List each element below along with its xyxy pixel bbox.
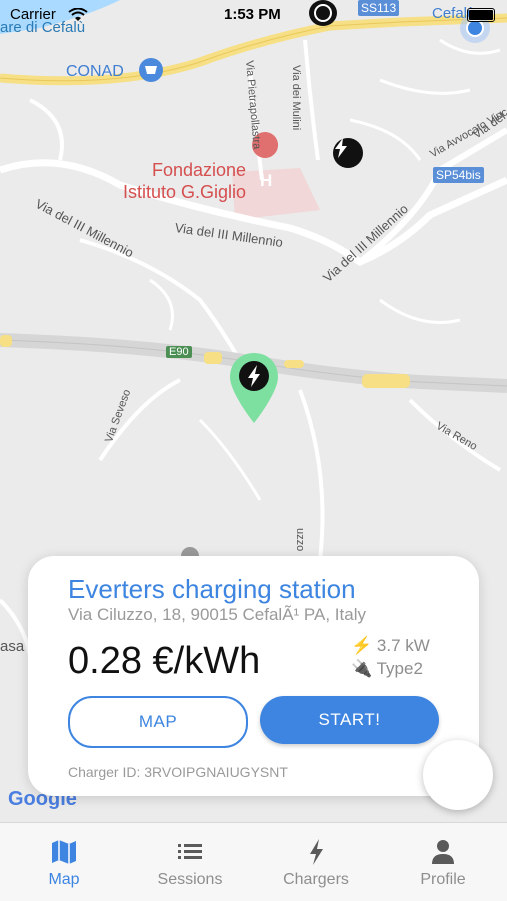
selected-station-pin[interactable] (228, 351, 280, 425)
connector-info: 🔌 Type2 (351, 659, 423, 679)
station-address: Via Ciluzzo, 18, 90015 CefalÃ¹ PA, Italy (68, 605, 366, 624)
map-label-casa: asa (0, 638, 25, 655)
tab-profile[interactable]: Profile (383, 823, 503, 901)
tab-label: Sessions (157, 871, 223, 888)
map-label-e90: E90 (166, 346, 192, 358)
tab-label: Map (48, 871, 80, 888)
map-label-istituto: Istituto G.Giglio (123, 182, 247, 202)
station-price: 0.28 €/kWh (68, 640, 261, 682)
tab-bar: Map Sessions Chargers Profile (0, 822, 507, 901)
map-label-ciluzzo: uzzo (294, 528, 306, 552)
svg-text:H: H (260, 171, 272, 190)
map-label-via-mulini: Via dei Mulini (290, 65, 302, 131)
map-label-fondazione: Fondazione (152, 160, 247, 180)
tab-sessions[interactable]: Sessions (130, 823, 250, 901)
list-icon (178, 844, 202, 859)
tab-label: Profile (420, 871, 466, 888)
person-icon (432, 840, 454, 864)
map-pin-icon (230, 353, 278, 423)
start-button[interactable]: START! (260, 696, 439, 744)
status-bar: Carrier 1:53 PM (0, 0, 507, 30)
map-label-sp54bis: SP54bis (433, 167, 484, 183)
map-icon (52, 840, 76, 864)
wifi-icon (68, 8, 88, 21)
power-info: ⚡ 3.7 kW (351, 636, 430, 656)
tab-map[interactable]: Map (4, 823, 124, 901)
tab-chargers[interactable]: Chargers (256, 823, 376, 901)
station-card: Everters charging station Via Ciluzzo, 1… (28, 556, 479, 796)
map-button[interactable]: MAP (68, 696, 248, 748)
floating-action-button[interactable] (423, 740, 493, 810)
carrier-label: Carrier (10, 6, 56, 23)
battery-icon (467, 8, 495, 22)
power-value: 3.7 kW (376, 636, 430, 655)
station-name: Everters charging station (68, 574, 356, 604)
tab-label: Chargers (283, 871, 349, 888)
bolt-icon (310, 839, 323, 865)
charger-id: Charger ID: 3RVOIPGNAIUGYSNT (68, 764, 288, 780)
map-label-conad: CONAD (66, 63, 124, 80)
status-time: 1:53 PM (224, 6, 281, 23)
bolt-icon: ⚡ (351, 636, 373, 655)
plug-icon: 🔌 (351, 659, 373, 678)
bolt-icon (335, 138, 347, 158)
charger-marker[interactable] (333, 138, 363, 168)
connector-type: Type2 (376, 659, 423, 678)
